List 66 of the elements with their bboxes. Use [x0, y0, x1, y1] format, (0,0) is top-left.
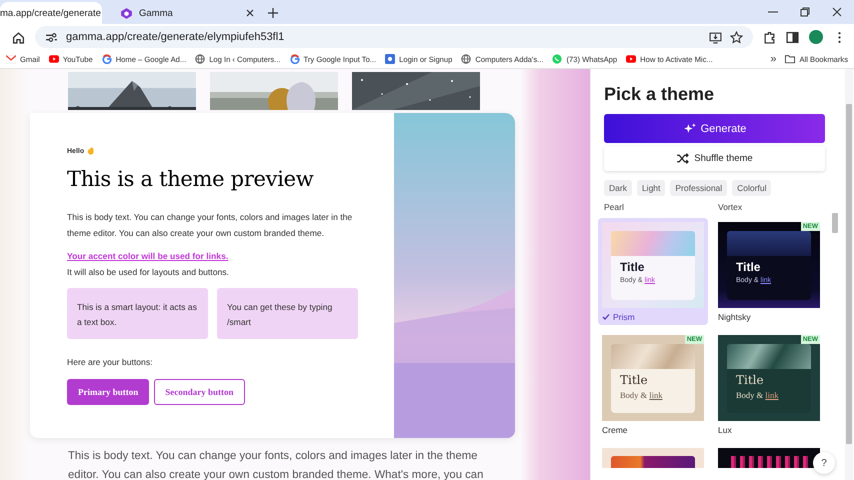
play-icon — [626, 54, 636, 64]
theme-thumbnail[interactable] — [602, 448, 704, 468]
play-icon — [48, 54, 59, 64]
theme-name: Nightsky — [718, 312, 751, 322]
profile-avatar[interactable] — [809, 30, 823, 44]
filter-chip[interactable]: Colorful — [732, 180, 772, 196]
help-button[interactable]: ? — [813, 452, 835, 474]
theme-name: Vortex — [718, 202, 744, 212]
panel-title: Pick a theme — [604, 84, 716, 105]
g-logo-icon — [290, 54, 300, 64]
filter-chip[interactable]: Light — [636, 180, 666, 196]
sample-text: Body & link — [736, 390, 780, 400]
sample-text: Body & link — [620, 390, 664, 400]
more-bookmarks-button[interactable]: » — [770, 53, 776, 65]
install-icon[interactable] — [709, 30, 722, 44]
browser-tab[interactable]: Gamma — [110, 2, 260, 24]
generate-button[interactable]: Generate — [604, 114, 825, 143]
body-text: This is body text. You can change your fonts, colors and images later in the theme editor. You can also create your own custom branded theme. — [67, 211, 354, 240]
sample-title: Title — [736, 260, 762, 274]
body-text: editor. You can also create your own custom branded theme. What's more, you can — [68, 468, 484, 480]
globe-icon — [461, 54, 472, 64]
restore-icon[interactable] — [800, 7, 810, 17]
g-logo-icon — [102, 54, 112, 64]
smart-layout-box: This is a smart layout: it acts as a text box. — [67, 288, 208, 339]
waving-hand-icon — [87, 147, 96, 155]
sample-link: link — [765, 390, 779, 400]
home-icon[interactable] — [12, 30, 25, 44]
body-text: This is body text. You can change your fonts, colors and images later in the theme — [68, 449, 478, 464]
theme-name: Creme — [602, 425, 628, 435]
accent-link[interactable]: Your accent color will be used for links. — [67, 251, 228, 261]
smart-layout-box: You can get these by typing /smart — [217, 288, 358, 339]
theme-name: Pearl — [604, 202, 625, 212]
logo-icon — [120, 6, 133, 20]
browser-tab[interactable]: ma.app/create/generate — [0, 2, 102, 24]
address-bar[interactable]: gamma.app/create/generate/elympiufeh53fl1 — [35, 26, 753, 48]
close-icon[interactable] — [246, 9, 254, 17]
filter-chip[interactable]: Dark — [604, 180, 632, 196]
filter-chip[interactable]: Professional — [670, 180, 728, 196]
sparkle-icon — [682, 122, 696, 135]
theme-name: Lux — [718, 425, 732, 435]
body-text: It will also be used for layouts and buttons. — [67, 267, 230, 277]
shuffle-button[interactable]: Shuffle theme — [604, 146, 825, 171]
mail-icon — [6, 54, 16, 64]
sample-link: link — [649, 390, 663, 400]
primary-button[interactable]: Primary button — [67, 379, 150, 405]
sample-title: Title — [620, 260, 646, 274]
theme-name: Prism — [613, 312, 635, 322]
shuffle-icon — [676, 152, 690, 165]
app-icon — [385, 54, 396, 64]
theme-thumbnail[interactable] — [718, 448, 820, 468]
site-settings-icon[interactable] — [45, 30, 58, 44]
close-icon[interactable] — [832, 7, 842, 17]
check-icon — [602, 313, 610, 321]
star-icon[interactable] — [730, 30, 743, 44]
new-tab-icon[interactable] — [268, 8, 278, 18]
globe-icon — [195, 54, 206, 64]
folder-icon — [785, 54, 796, 64]
side-panel-icon[interactable] — [786, 30, 799, 44]
scrollbar[interactable] — [845, 69, 853, 480]
extensions-icon[interactable] — [763, 30, 776, 44]
secondary-button[interactable]: Secondary button — [154, 379, 245, 405]
sample-title: Title — [736, 373, 765, 387]
preview-heading: This is a theme preview — [67, 167, 314, 191]
chat-icon — [552, 54, 562, 64]
buttons-label: Here are your buttons: — [67, 357, 154, 367]
sample-title: Title — [620, 373, 649, 387]
